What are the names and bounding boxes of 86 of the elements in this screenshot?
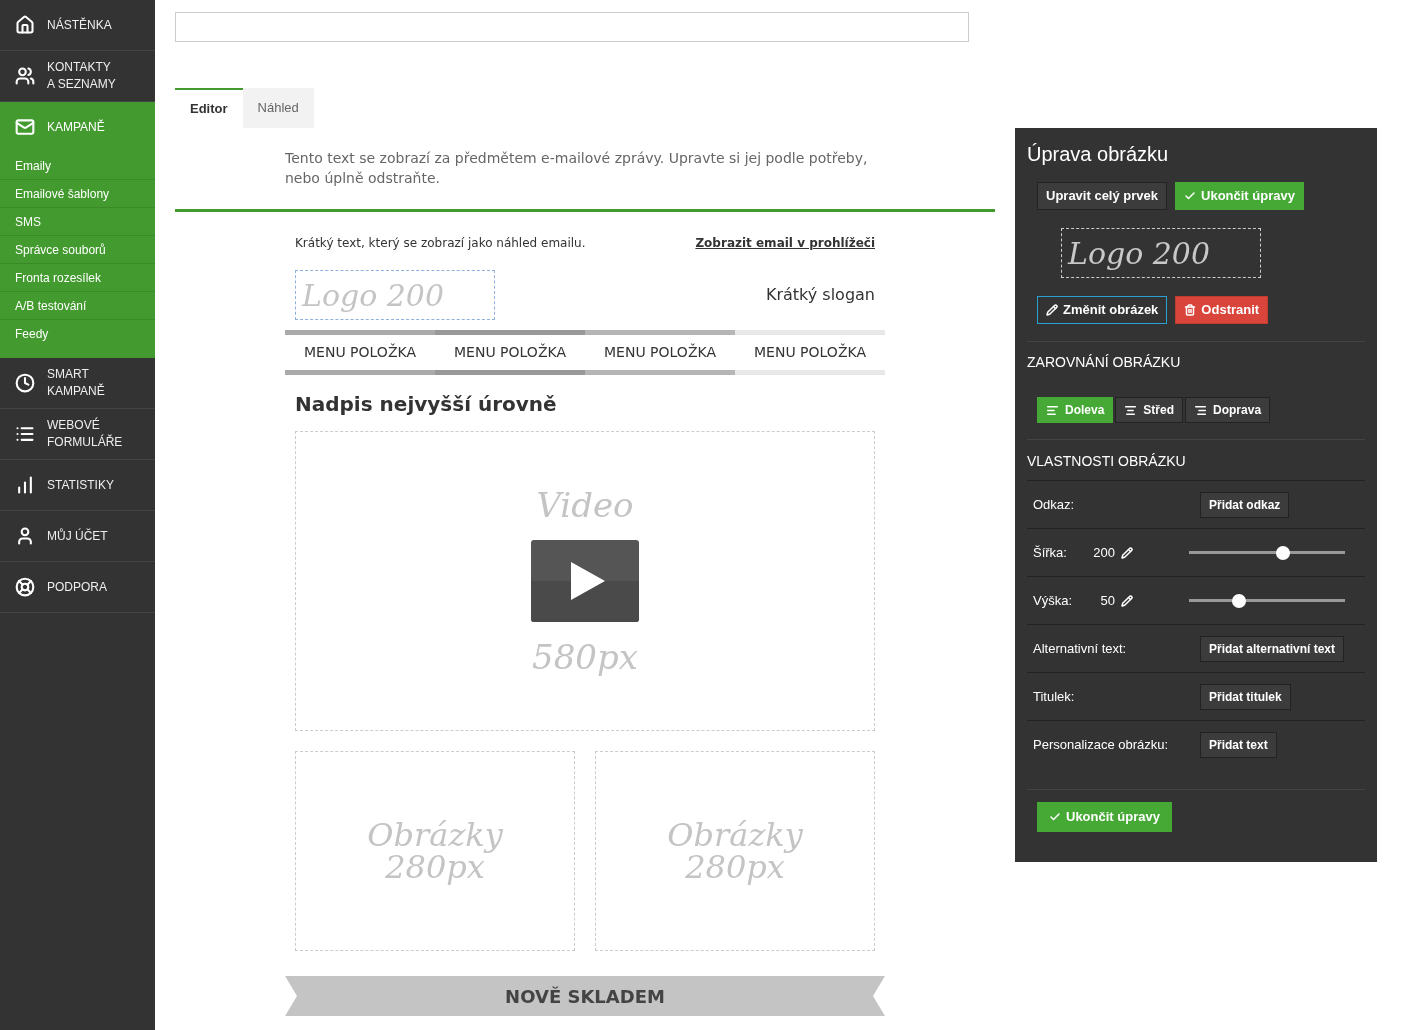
nav-label: FORMULÁŘE (47, 434, 123, 451)
nav-label: SMART (47, 366, 90, 383)
pencil-icon (1121, 546, 1133, 559)
nav-item[interactable]: SMART KAMPANĚ (0, 358, 155, 408)
nav-label: MŮJ ÚČET (47, 527, 108, 545)
property-label: Šířka: (1033, 543, 1068, 562)
menu-item[interactable]: MENU POLOŽKA (735, 330, 885, 375)
lifebuoy-icon (15, 577, 35, 597)
nav-label: A SEZNAMY (47, 76, 116, 93)
nav-label: PODPORA (47, 578, 107, 596)
list-icon (15, 424, 35, 444)
property-button[interactable]: Přidat alternativní text (1200, 635, 1345, 662)
property-label: Výška: (1033, 591, 1073, 610)
nav-item[interactable]: MŮJ ÚČET (0, 511, 155, 561)
property-button[interactable]: Přidat text (1200, 732, 1277, 758)
align-center-icon (1124, 403, 1138, 417)
check-icon (1184, 190, 1196, 202)
nav-subitem[interactable]: A/B testování (0, 292, 155, 320)
property-button[interactable]: Přidat odkaz (1200, 491, 1290, 518)
slider-thumb[interactable] (1231, 593, 1246, 608)
placeholder-text: Obrázky (367, 819, 503, 851)
placeholder-text: Video (536, 488, 634, 522)
nav-item[interactable]: STATISTIKY (0, 460, 155, 510)
nav-item[interactable]: KONTAKTY A SEZNAMY (0, 51, 155, 101)
users-icon (15, 66, 35, 86)
nav-item[interactable]: WEBOVÉ FORMULÁŘE (0, 409, 155, 459)
menu-item[interactable]: MENU POLOŽKA (435, 330, 585, 375)
pencil-icon (1121, 594, 1133, 607)
panel-button[interactable]: Změnit obrázek (1037, 296, 1168, 324)
property-label: Alternativní text: (1033, 639, 1128, 658)
slider[interactable] (1189, 545, 1345, 560)
preheader-text: Krátký text, který se zobrazí jako náhled emailu. (295, 235, 586, 252)
nav-label: KAMPANĚ (47, 383, 105, 400)
menu-item[interactable]: MENU POLOŽKA (585, 330, 735, 375)
pencil-icon (1046, 304, 1058, 316)
panel-title: Úprava obrázku (1027, 142, 1170, 167)
subject-input[interactable] (175, 12, 969, 42)
menu-item[interactable]: MENU POLOŽKA (285, 330, 435, 375)
play-button-icon (531, 540, 639, 622)
nav-item[interactable]: NÁSTĚNKA (0, 0, 155, 50)
placeholder-text: 280px (685, 851, 785, 883)
panel-button[interactable]: Odstranit (1175, 296, 1269, 324)
placeholder-text: 580px (532, 640, 638, 674)
view-in-browser-link[interactable]: Zobrazit email v prohlížeči (695, 234, 875, 252)
placeholder-text: Obrázky (667, 819, 803, 851)
trash-icon (1184, 304, 1197, 316)
intro-text: Tento text se zobrazí za předmětem e-mailové zprávy. Upravte si jej podle potřeby, nebo úplně odstraňte. (285, 149, 869, 188)
tab[interactable]: Náhled (242, 88, 314, 128)
nav-subitem[interactable]: Emailové šablony (0, 180, 155, 208)
section-heading: VLASTNOSTI OBRÁZKU (1027, 452, 1187, 471)
align-right-icon (1194, 403, 1208, 417)
check-icon (1049, 811, 1061, 823)
align-left-icon (1046, 403, 1059, 417)
property-label: Odkaz: (1033, 495, 1076, 514)
align-button[interactable]: Střed (1115, 397, 1184, 423)
envelope-icon (15, 117, 35, 137)
heading: Nadpis nejvyšší úrovně (294, 391, 558, 418)
section-heading: ZAROVNÁNÍ OBRÁZKU (1027, 353, 1182, 372)
nav-subitem[interactable]: Správce souborů (0, 236, 155, 264)
nav-subitem[interactable]: Fronta rozesílek (0, 264, 155, 292)
nav-label: KONTAKTY (47, 59, 112, 76)
nav-subitem[interactable]: Emaily (0, 152, 155, 180)
nav-label: NÁSTĚNKA (47, 16, 112, 34)
nav-item[interactable]: PODPORA (0, 562, 155, 612)
property-label: Titulek: (1033, 687, 1076, 706)
nav-label: KAMPANĚ (47, 118, 105, 136)
nav-label: WEBOVÉ (47, 417, 101, 434)
home-icon (15, 15, 35, 35)
user-icon (15, 526, 35, 546)
clock-icon (15, 373, 35, 393)
logo-preview: Logo 200 (1061, 228, 1261, 278)
placeholder-text: 280px (385, 851, 485, 883)
property-value: 50 (1099, 591, 1115, 610)
bar-chart-icon (15, 475, 35, 495)
panel-button[interactable]: Upravit celý prvek (1037, 182, 1167, 210)
nav-subitem[interactable]: SMS (0, 208, 155, 236)
slogan-text: Krátký slogan (765, 284, 875, 306)
nav-label: STATISTIKY (47, 476, 114, 494)
property-value: 200 (1092, 543, 1115, 562)
slider[interactable] (1189, 593, 1345, 608)
slider-thumb[interactable] (1275, 545, 1290, 560)
banner: NOVĚ SKLADEM (285, 976, 885, 1016)
nav-subitem[interactable]: Feedy (0, 320, 155, 348)
property-label: Personalizace obrázku: (1033, 736, 1170, 755)
align-button[interactable]: Doprava (1185, 397, 1271, 423)
property-button[interactable]: Přidat titulek (1200, 683, 1291, 710)
